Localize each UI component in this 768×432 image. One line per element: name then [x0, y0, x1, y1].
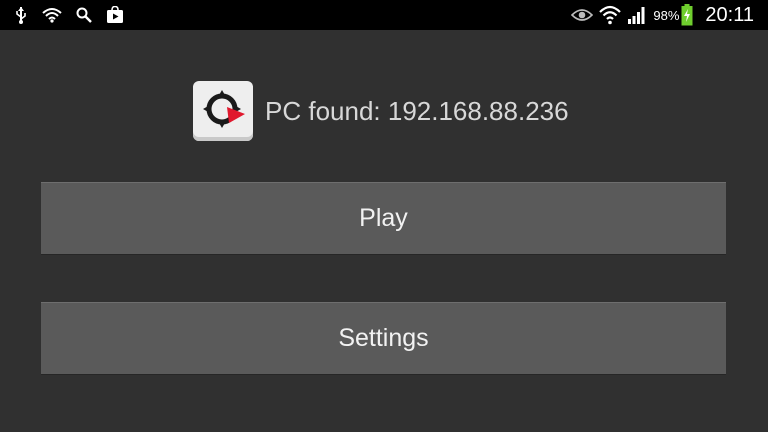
compass-app-icon: [193, 81, 253, 141]
usb-icon: [14, 0, 28, 30]
play-button[interactable]: Play: [41, 182, 726, 255]
search-icon: [76, 0, 92, 30]
clock: 20:11: [705, 3, 754, 26]
connection-header: PC found: 192.168.88.236: [193, 81, 569, 141]
app-screen: 98% 20:11 PC found: 192.168.88.236 Play …: [0, 0, 768, 432]
wifi-signal-icon: [42, 0, 62, 30]
eye-icon: [571, 0, 594, 30]
pc-status-text: PC found: 192.168.88.236: [265, 95, 569, 126]
wifi-icon: [599, 0, 622, 30]
status-bar-left: [14, 0, 138, 30]
play-store-icon: [106, 0, 124, 30]
status-bar-right: 98% 20:11: [571, 0, 754, 30]
settings-button-label: Settings: [338, 324, 429, 352]
settings-button[interactable]: Settings: [41, 302, 726, 375]
cell-signal-icon: [627, 0, 647, 30]
status-bar: 98% 20:11: [0, 0, 768, 30]
battery-percent: 98%: [653, 7, 680, 23]
battery-icon: [681, 0, 693, 30]
play-button-label: Play: [359, 204, 408, 232]
